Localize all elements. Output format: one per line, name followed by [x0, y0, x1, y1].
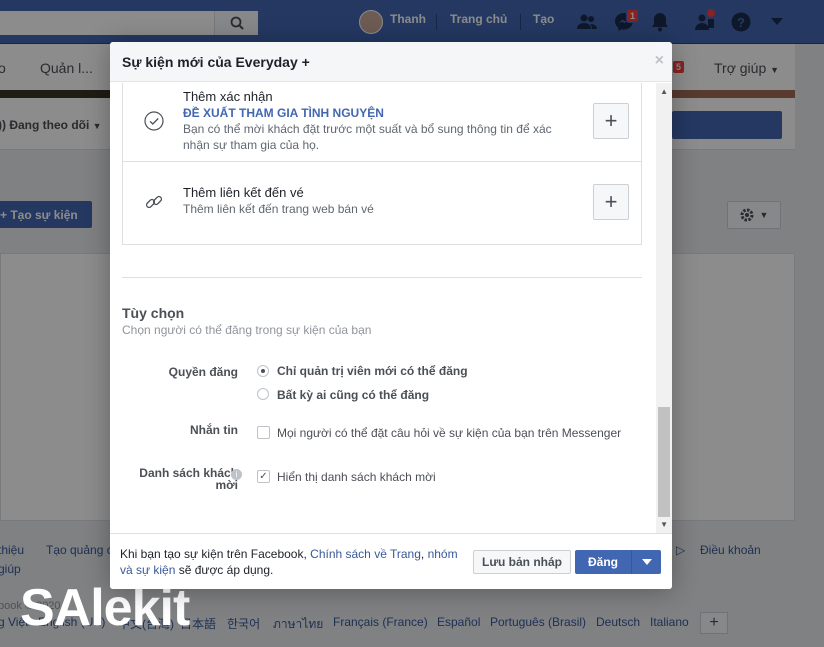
radio-anyone[interactable] [257, 388, 269, 400]
radio-label[interactable]: Chỉ quản trị viên mới có thể đăng [277, 364, 468, 378]
info-icon[interactable]: i [228, 467, 242, 481]
post-button[interactable]: Đăng [575, 550, 631, 574]
caret-down-icon [641, 559, 652, 565]
list-item-ticket-link: Thêm liên kết đến vé Thêm liên kết đến t… [123, 162, 641, 243]
add-confirmation-button[interactable]: + [593, 103, 629, 139]
post-options-button[interactable] [631, 550, 661, 574]
close-icon[interactable]: × [655, 51, 664, 71]
event-policy-link[interactable]: và sự kiện [120, 563, 175, 577]
guestlist-label-text: Danh sách khách mời [139, 466, 238, 492]
page-policy-link[interactable]: Chính sách về Trang [310, 547, 421, 561]
options-subtitle: Chọn người có thể đăng trong sự kiện của… [122, 323, 372, 337]
check-circle-icon [143, 110, 165, 132]
scroll-down-icon[interactable]: ▼ [660, 520, 668, 529]
policy-text: Khi bạn tạo sự kiện trên Facebook, [120, 547, 311, 561]
policy-text: , [420, 547, 428, 561]
group-policy-link[interactable]: nhóm [428, 547, 458, 561]
radio-admins-only[interactable] [257, 365, 269, 377]
scrollbar-thumb[interactable] [658, 407, 670, 517]
messaging-checkbox[interactable] [257, 426, 270, 439]
scroll-up-icon[interactable]: ▲ [660, 87, 668, 96]
save-draft-button[interactable]: Lưu bản nháp [473, 550, 571, 574]
radio-label[interactable]: Bất kỳ ai cũng có thể đăng [277, 388, 429, 402]
policy-notice: Khi bạn tạo sự kiện trên Facebook, Chính… [120, 546, 470, 578]
checkbox-label[interactable]: Mọi người có thể đặt câu hỏi về sự kiện … [277, 426, 621, 440]
checkbox-label[interactable]: Hiển thị danh sách khách mời [277, 470, 436, 484]
item-title: Thêm xác nhận [183, 89, 273, 104]
messaging-label: Nhắn tin [190, 423, 238, 437]
item-description: Thêm liên kết đến trang web bán vé [183, 202, 374, 216]
add-ticket-link-button[interactable]: + [593, 184, 629, 220]
item-description: Bạn có thể mời khách đặt trước một suất … [183, 122, 552, 152]
dialog-header: Sự kiện mới của Everyday + × [110, 42, 672, 82]
options-title: Tùy chọn [122, 305, 185, 321]
guestlist-checkbox[interactable]: ✓ [257, 470, 270, 483]
dialog-footer: Khi bạn tạo sự kiện trên Facebook, Chính… [110, 533, 672, 589]
new-event-dialog: Sự kiện mới của Everyday + × Thêm xác nh… [110, 42, 672, 589]
dialog-title: Sự kiện mới của Everyday + [122, 54, 310, 70]
scrollbar[interactable]: ▲ ▼ [656, 83, 672, 533]
addon-list: Thêm xác nhận ĐỀ XUẤT THAM GIA TÌNH NGUY… [122, 83, 642, 245]
item-title: Thêm liên kết đến vé [183, 185, 304, 200]
volunteer-link[interactable]: ĐỀ XUẤT THAM GIA TÌNH NGUYỆN [183, 106, 384, 120]
divider [122, 277, 642, 278]
guestlist-label: Danh sách khách mời [120, 467, 238, 491]
posting-permission-label: Quyền đăng [168, 365, 238, 379]
dialog-body[interactable]: Thêm xác nhận ĐỀ XUẤT THAM GIA TÌNH NGUY… [110, 83, 672, 533]
policy-text: sẽ được áp dụng. [175, 563, 274, 577]
link-icon [143, 191, 165, 213]
list-item-confirmation: Thêm xác nhận ĐỀ XUẤT THAM GIA TÌNH NGUY… [123, 83, 641, 162]
